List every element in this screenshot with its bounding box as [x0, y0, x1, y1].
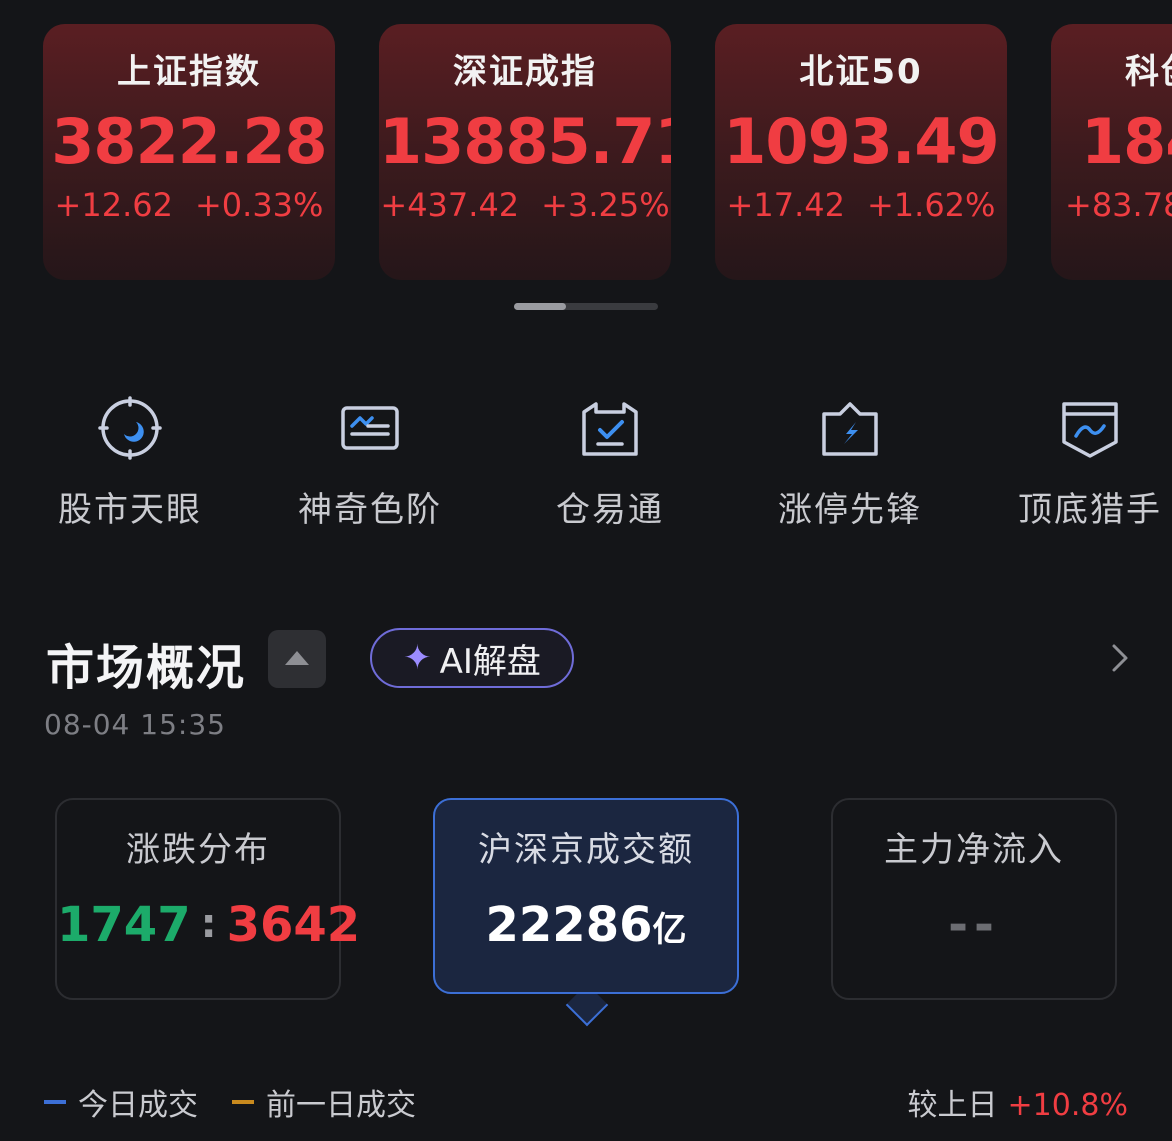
index-name: 北证50 — [799, 52, 923, 92]
compare-prev-day: 较上日 +10.8% — [908, 1080, 1128, 1124]
index-percent: +0.33% — [194, 186, 324, 224]
position-check-icon — [578, 396, 642, 460]
index-card-bj50[interactable]: 北证50 1093.49 +17.42 +1.62% — [715, 24, 1007, 280]
ai-analysis-button[interactable]: ✦ AI解盘 — [370, 628, 574, 688]
stat-title: 主力净流入 — [884, 830, 1064, 870]
index-change: +12.62 — [54, 186, 173, 224]
fall-count: 3642 — [226, 897, 361, 953]
index-change: +17.42 — [726, 186, 845, 224]
ai-button-label: AI解盘 — [439, 641, 541, 682]
index-value: 1093.49 — [723, 105, 999, 178]
top-bottom-hunter-icon — [1058, 396, 1122, 460]
legend-prev: 前一日成交 — [232, 1080, 416, 1124]
turnover-value: 22286 — [485, 897, 653, 953]
sparkle-icon: ✦ — [403, 638, 432, 678]
index-change: +83.78 — [1065, 186, 1172, 224]
tool-label: 涨停先锋 — [778, 490, 922, 530]
limit-up-icon — [818, 396, 882, 460]
legend-today-label: 今日成交 — [78, 1088, 198, 1123]
tool-label: 顶底猎手 — [1018, 490, 1162, 530]
color-scale-icon — [338, 396, 402, 460]
main-flow-value: -- — [948, 897, 1000, 953]
tool-label: 仓易通 — [556, 490, 664, 530]
tool-limit-up[interactable]: 涨停先锋 — [750, 390, 950, 531]
tool-label: 股市天眼 — [58, 490, 202, 530]
index-change: +437.42 — [380, 186, 520, 224]
index-name: 科创 — [1125, 52, 1172, 92]
rise-count: 1747 — [57, 897, 191, 953]
tool-label: 神奇色阶 — [298, 490, 442, 530]
market-overview-title: 市场概况 — [46, 640, 247, 696]
legend-today: 今日成交 — [44, 1080, 198, 1124]
index-cards-carousel[interactable]: 上证指数 3822.28 +12.62 +0.33% 深证成指 13885.71… — [0, 0, 1172, 300]
index-card-sh[interactable]: 上证指数 3822.28 +12.62 +0.33% — [43, 24, 335, 280]
chevron-right-icon[interactable] — [1104, 642, 1136, 674]
index-percent: +1.62% — [866, 186, 996, 224]
index-value: 184 — [1081, 105, 1172, 178]
stat-title: 涨跌分布 — [126, 830, 270, 870]
turnover-unit: 亿 — [652, 910, 687, 950]
compare-label: 较上日 — [907, 1088, 998, 1123]
index-name: 上证指数 — [117, 52, 261, 92]
tool-eye[interactable]: 股市天眼 — [30, 390, 230, 531]
tool-top-bottom[interactable]: 顶底猎手 — [990, 390, 1172, 531]
pager-thumb — [514, 303, 566, 310]
update-timestamp: 08-04 15:35 — [44, 708, 226, 741]
chart-legend: 今日成交 前一日成交 — [44, 1080, 450, 1124]
legend-prev-label: 前一日成交 — [266, 1088, 416, 1123]
legend-swatch-prev — [232, 1100, 254, 1104]
legend-swatch-today — [44, 1100, 66, 1104]
stat-title: 沪深京成交额 — [478, 830, 694, 870]
stat-turnover[interactable]: 沪深京成交额 22286亿 — [433, 798, 739, 994]
caret-up-icon — [285, 651, 309, 665]
feature-toolbar: 股市天眼 神奇色阶 仓易通 涨停先锋 顶底猎手 — [0, 390, 1172, 540]
tool-position[interactable]: 仓易通 — [510, 390, 710, 531]
index-card-kc[interactable]: 科创 184 +83.78 — [1051, 24, 1172, 280]
index-percent: +3.25% — [541, 186, 670, 224]
index-value: 3822.28 — [51, 105, 327, 178]
stat-main-net-inflow[interactable]: 主力净流入 -- — [831, 798, 1117, 1000]
ratio-separator: : — [200, 901, 217, 947]
eye-target-icon — [98, 396, 162, 460]
tool-color-scale[interactable]: 神奇色阶 — [270, 390, 470, 531]
stat-rise-fall-distribution[interactable]: 涨跌分布 1747:3642 — [55, 798, 360, 1000]
carousel-pager — [514, 303, 658, 310]
index-value: 13885.71 — [379, 105, 671, 178]
index-card-sz[interactable]: 深证成指 13885.71 +437.42 +3.25% — [379, 24, 671, 280]
index-name: 深证成指 — [453, 52, 597, 92]
collapse-button[interactable] — [268, 630, 326, 688]
compare-value: +10.8% — [1007, 1088, 1128, 1123]
